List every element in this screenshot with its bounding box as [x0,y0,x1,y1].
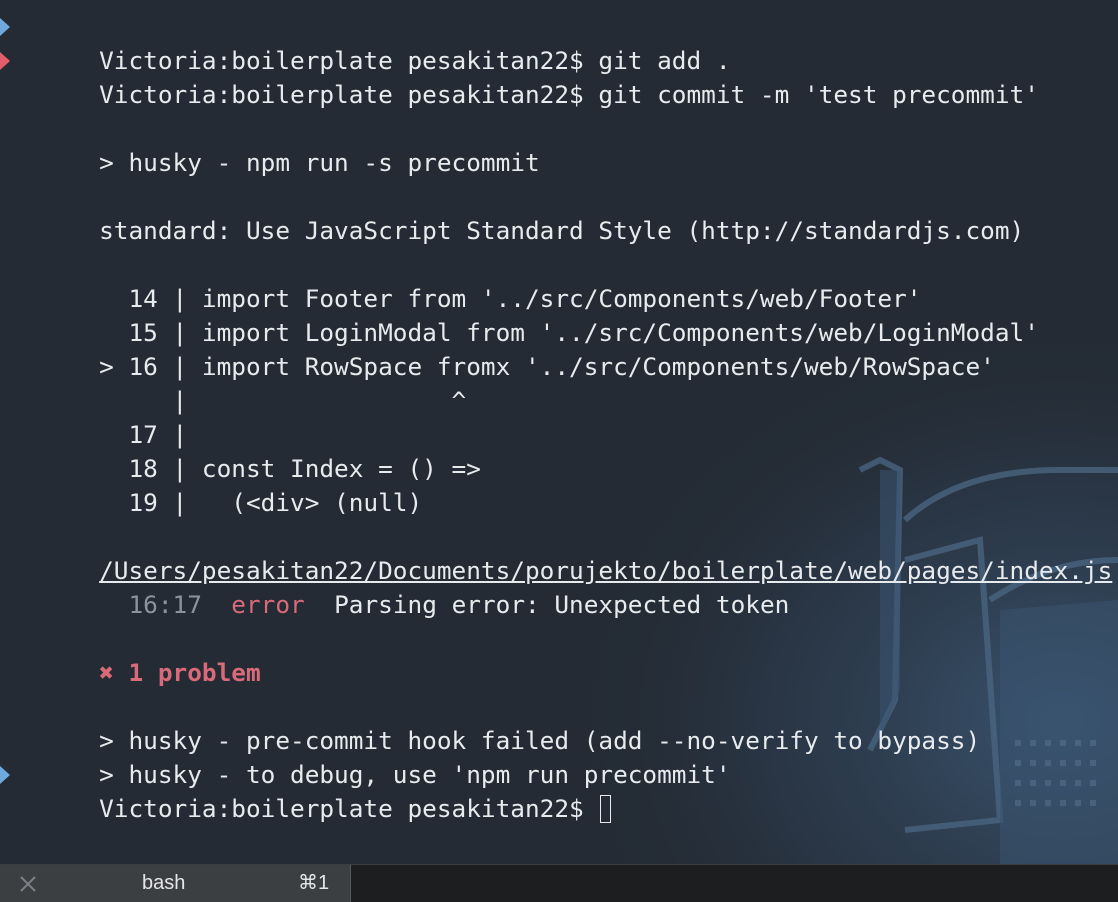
terminal-output[interactable]: Victoria:boilerplate pesakitan22$ git ad… [0,0,1118,864]
error-label: error [231,590,305,619]
command-line: Victoria:boilerplate pesakitan22$ git co… [99,80,1039,109]
tab-title: bash [142,872,186,894]
close-icon[interactable] [18,874,38,894]
error-message: Parsing error: Unexpected token [334,590,790,619]
terminal-line: /Users/pesakitan22/Documents/porujekto/b… [11,520,1112,585]
code-frame-caret-line: | ^ [11,350,467,415]
cross-icon: ✖ [99,658,114,687]
output-text: > husky - npm run -s precommit [99,148,540,177]
problem-summary-line: ✖ 1 problem [11,622,261,687]
tab-bash[interactable]: bash ⌘1 [0,865,351,902]
code-frame-line: 17 | [11,384,187,449]
code-frame-line: 18 | const Index = () => [11,418,480,483]
error-location: 16:17 [128,590,202,619]
terminal-cursor[interactable] [600,795,612,823]
code-text: 19 | (<div> (null) [99,488,423,517]
problem-count: 1 problem [128,658,261,687]
tab-shortcut: ⌘1 [298,872,330,894]
code-frame-line: 15 | import LoginModal from '../src/Comp… [11,282,1038,347]
terminal-line: Victoria:boilerplate pesakitan22$ git ad… [0,10,731,75]
terminal-line: > husky - npm run -s precommit [11,112,540,177]
code-frame-line-highlighted: > 16 | import RowSpace fromx '../src/Com… [11,316,995,381]
terminal-line: Victoria:boilerplate pesakitan22$ [0,758,612,823]
code-frame-line: 19 | (<div> (null) [11,452,422,517]
prompt-chevron-icon [0,766,10,784]
prompt-text: Victoria:boilerplate pesakitan22$ [99,794,599,823]
tab-bar: bash ⌘1 [0,864,1118,902]
terminal-window: Victoria:boilerplate pesakitan22$ git ad… [0,0,1118,902]
terminal-line: > husky - to debug, use 'npm run precomm… [11,724,730,789]
error-detail-line: 16:17 error Parsing error: Unexpected to… [11,554,789,619]
terminal-line: standard: Use JavaScript Standard Style … [11,180,1024,245]
prompt-error-chevron-icon [0,52,10,70]
code-frame-line: 14 | import Footer from '../src/Componen… [11,248,921,313]
terminal-line: Victoria:boilerplate pesakitan22$ git co… [0,44,1039,109]
output-text: standard: Use JavaScript Standard Style … [99,216,1025,245]
prompt-chevron-icon [0,18,10,36]
terminal-line: > husky - pre-commit hook failed (add --… [11,690,980,755]
